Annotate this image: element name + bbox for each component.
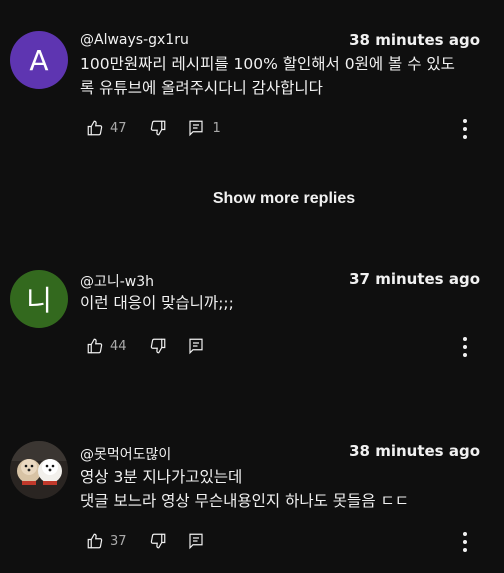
thumb-down-icon[interactable] bbox=[149, 337, 167, 355]
comment-actions: 44 bbox=[86, 336, 205, 356]
comment-text: 이런 대응이 맞습니까;;; bbox=[80, 291, 490, 315]
more-vert-icon[interactable] bbox=[462, 119, 468, 139]
more-vert-icon[interactable] bbox=[462, 532, 468, 552]
comment-actions: 37 bbox=[86, 531, 205, 551]
author-name[interactable]: @고니-w3h bbox=[80, 271, 154, 291]
dogs-avatar-image bbox=[10, 441, 68, 499]
thumb-down-icon[interactable] bbox=[149, 119, 167, 137]
comment-text: 영상 3분 지나가고있는데 댓글 보느라 영상 무슨내용인지 하나도 못들음 ㄷ… bbox=[80, 465, 490, 513]
comment-text-line: 100만원짜리 레시피를 100% 할인해서 0원에 볼 수 있도 bbox=[80, 55, 455, 73]
avatar-letter: A bbox=[29, 43, 49, 77]
thumb-up-icon[interactable] bbox=[86, 532, 104, 550]
comment-icon[interactable] bbox=[187, 337, 205, 355]
avatar[interactable] bbox=[10, 441, 68, 499]
comment-actions: 47 1 bbox=[86, 118, 221, 138]
author-name[interactable]: @Always-gx1ru bbox=[80, 32, 189, 48]
thumb-up-icon[interactable] bbox=[86, 337, 104, 355]
comment-text-line: 영상 3분 지나가고있는데 bbox=[80, 468, 243, 486]
thumb-down-icon[interactable] bbox=[149, 532, 167, 550]
more-vert-icon[interactable] bbox=[462, 337, 468, 357]
avatar[interactable]: 니 bbox=[10, 270, 68, 328]
comment-time[interactable]: 37 minutes ago bbox=[349, 270, 480, 288]
comment-time[interactable]: 38 minutes ago bbox=[349, 31, 480, 49]
comment-text-line: 록 유튜브에 올려주시다니 감사합니다 bbox=[80, 79, 323, 97]
like-count: 37 bbox=[110, 533, 127, 549]
thumb-up-icon[interactable] bbox=[86, 119, 104, 137]
comment-text-line: 이런 대응이 맞습니까;;; bbox=[80, 294, 234, 312]
reply-count: 1 bbox=[212, 120, 221, 136]
author-name[interactable]: @못먹어도많이 bbox=[80, 444, 171, 464]
comment-icon[interactable] bbox=[187, 532, 205, 550]
like-count: 44 bbox=[110, 338, 127, 354]
comment-icon[interactable] bbox=[187, 119, 205, 137]
like-count: 47 bbox=[110, 120, 127, 136]
show-more-replies-button[interactable]: Show more replies bbox=[0, 190, 504, 208]
comment-text: 100만원짜리 레시피를 100% 할인해서 0원에 볼 수 있도 록 유튜브에… bbox=[80, 52, 490, 100]
avatar-letter: 니 bbox=[26, 284, 52, 317]
avatar[interactable]: A bbox=[10, 31, 68, 89]
comment-text-line: 댓글 보느라 영상 무슨내용인지 하나도 못들음 ㄷㄷ bbox=[80, 492, 410, 510]
comment-time[interactable]: 38 minutes ago bbox=[349, 442, 480, 460]
